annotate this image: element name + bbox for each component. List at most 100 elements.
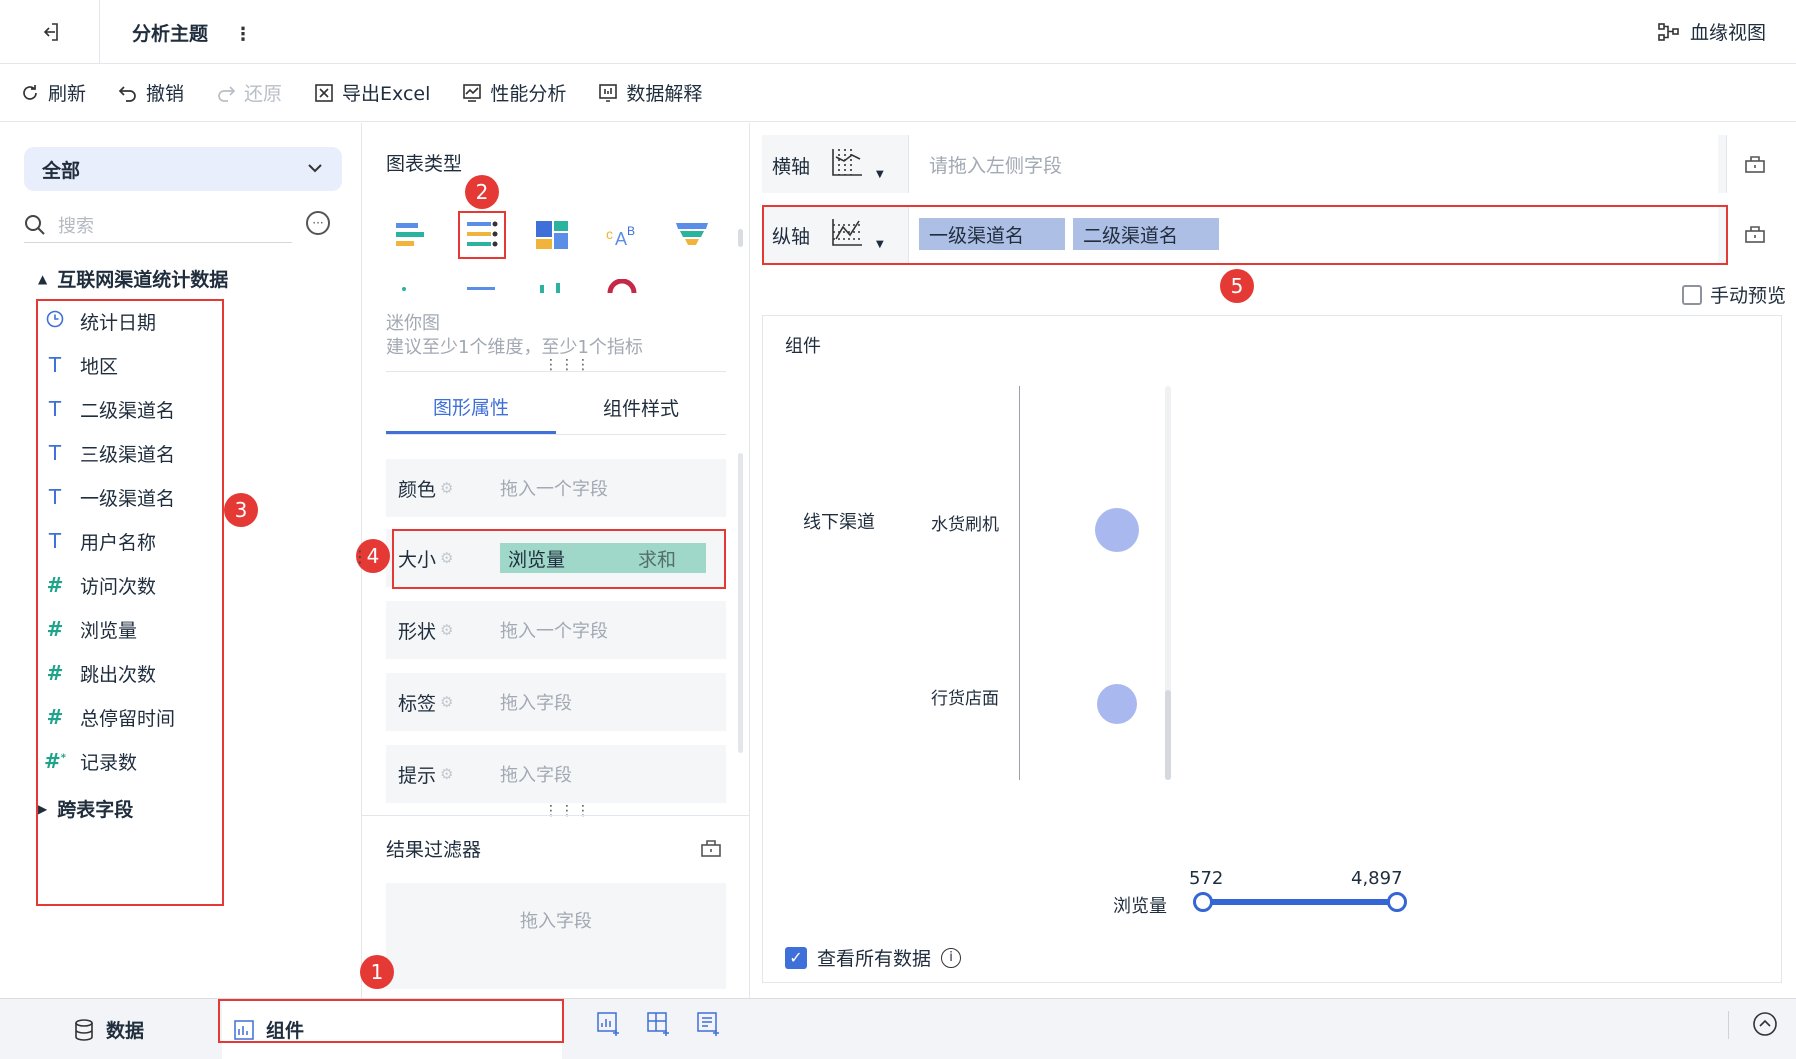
lineage-icon <box>1658 22 1679 41</box>
topic-title: 分析主题 <box>132 22 209 45</box>
redo-label: 还原 <box>244 83 283 105</box>
x-axis-icon[interactable] <box>830 147 864 177</box>
legend-min-handle[interactable] <box>1193 892 1213 912</box>
resize-handle-icon[interactable]: ⋮⋮⋮ <box>544 803 592 819</box>
explain-icon <box>599 83 618 102</box>
dataset-node[interactable]: ▲ 互联网渠道统计数据 <box>38 265 228 292</box>
props-scrollbar[interactable] <box>738 453 743 753</box>
add-dashboard-icon[interactable] <box>646 1011 672 1037</box>
partial-chart-icon[interactable] <box>604 279 640 293</box>
performance-icon <box>463 83 482 102</box>
property-tabs: 图形属性 组件样式 <box>386 381 726 435</box>
prop-tooltip[interactable]: 提示 ⚙ 拖入字段 <box>386 745 726 803</box>
divider <box>362 815 750 816</box>
prop-color[interactable]: 颜色 ⚙ 拖入一个字段 <box>386 459 726 517</box>
component-canvas: 组件 线下渠道 水货刷机 行货店面 浏览量 572 4,897 ✓ 查看所有数据… <box>762 315 1782 983</box>
top-bar: 分析主题 ⋮ 血缘视图 <box>0 0 1796 64</box>
bubble-point[interactable] <box>1097 684 1137 724</box>
prop-label: 颜色 <box>398 478 437 501</box>
word-cloud-chart-icon[interactable]: cAB <box>604 217 640 253</box>
toolbar: 刷新 撤销 还原 导出Excel 性能分析 数据解释 <box>0 64 1796 122</box>
drag-handle-icon[interactable]: ⋮ <box>352 547 368 566</box>
gear-icon[interactable]: ⚙ <box>440 621 453 639</box>
topic-tab[interactable]: 分析主题 ⋮ <box>100 0 280 64</box>
search-input[interactable]: 搜索 <box>24 207 292 243</box>
y-axis-lock-button[interactable] <box>1726 205 1782 263</box>
tab-data[interactable]: 数据 <box>74 999 144 1059</box>
chevron-down-icon <box>308 164 322 173</box>
partial-chart-icon[interactable] <box>394 279 430 293</box>
info-icon[interactable]: i <box>941 947 962 968</box>
step-badge-1: 1 <box>360 955 394 989</box>
lock-icon[interactable] <box>700 837 722 859</box>
treemap-chart-icon[interactable] <box>534 217 570 253</box>
divider <box>386 371 726 372</box>
prop-shape[interactable]: 形状 ⚙ 拖入一个字段 <box>386 601 726 659</box>
prop-label: 形状 <box>398 620 437 643</box>
canvas-panel: 横轴 ▼ 请拖入左侧字段 纵轴 ▼ 一级渠道名 二级渠道名 5 手动预览 组件 … <box>750 123 1796 998</box>
component-title: 组件 <box>785 336 821 357</box>
drop-placeholder: 拖入字段 <box>500 693 572 714</box>
data-tab-label: 数据 <box>106 1020 145 1042</box>
ranked-bar-chart-icon[interactable] <box>394 217 430 253</box>
redo-icon <box>218 85 236 102</box>
svg-text:B: B <box>627 224 635 238</box>
manual-preview-checkbox[interactable] <box>1681 284 1702 305</box>
data-explain-button[interactable]: 数据解释 <box>598 79 702 106</box>
scope-dropdown[interactable]: 全部 <box>24 147 342 191</box>
export-excel-button[interactable]: 导出Excel <box>314 79 430 106</box>
gear-icon[interactable]: ⚙ <box>440 765 453 783</box>
highlight-box-fields <box>36 299 224 906</box>
undo-button[interactable]: 撤销 <box>118 79 184 106</box>
chart-scrollbar-thumb[interactable] <box>1165 690 1171 780</box>
chart-config-panel: 图表类型 cAB 2 迷你图 建议至少1个维度，至少1个指标 ⋮⋮⋮ 图形属性 … <box>352 123 750 998</box>
more-options-icon[interactable]: ··· <box>306 211 330 235</box>
tab-component-style[interactable]: 组件样式 <box>556 381 726 434</box>
step-badge-2: 2 <box>465 175 499 209</box>
refresh-button[interactable]: 刷新 <box>20 79 86 106</box>
prop-label-field[interactable]: 标签 ⚙ 拖入字段 <box>386 673 726 731</box>
highlight-box-size <box>392 529 726 589</box>
more-menu-icon[interactable]: ⋮ <box>234 24 252 45</box>
view-all-checkbox[interactable]: ✓ <box>785 946 807 969</box>
view-all-data-toggle[interactable]: ✓ 查看所有数据 i <box>785 944 962 971</box>
performance-button[interactable]: 性能分析 <box>462 79 566 106</box>
legend-max-handle[interactable] <box>1387 892 1407 912</box>
highlight-box-chart-type <box>458 211 506 259</box>
view-all-label: 查看所有数据 <box>817 948 932 970</box>
refresh-label: 刷新 <box>48 83 87 105</box>
bubble-point[interactable] <box>1095 508 1139 552</box>
level2-label: 水货刷机 <box>931 515 999 535</box>
exit-button[interactable] <box>0 0 100 64</box>
level2-label: 行货店面 <box>931 689 999 709</box>
tab-graph-properties[interactable]: 图形属性 <box>386 381 556 434</box>
caret-down-icon[interactable]: ▼ <box>876 169 884 180</box>
redo-button[interactable]: 还原 <box>216 79 282 106</box>
gear-icon[interactable]: ⚙ <box>440 479 453 497</box>
gear-icon[interactable]: ⚙ <box>440 693 453 711</box>
collapse-up-icon[interactable] <box>1752 1011 1778 1037</box>
x-axis-drop-zone[interactable]: 请拖入左侧字段 <box>908 135 1718 193</box>
collapse-triangle-icon[interactable]: ▲ <box>38 272 47 286</box>
undo-label: 撤销 <box>146 83 185 105</box>
search-icon <box>25 214 45 235</box>
lineage-view-button[interactable]: 血缘视图 <box>1658 18 1766 45</box>
chart-axis-line <box>1019 386 1020 780</box>
add-report-icon[interactable] <box>696 1011 722 1037</box>
partial-chart-icon[interactable] <box>534 279 570 293</box>
x-axis-lock-button[interactable] <box>1726 135 1782 193</box>
funnel-chart-icon[interactable] <box>674 217 710 253</box>
legend-field-label: 浏览量 <box>1113 896 1167 917</box>
manual-preview-toggle[interactable]: 手动预览 <box>1681 281 1786 308</box>
chart-type-scrollbar[interactable] <box>738 229 743 247</box>
partial-chart-icon[interactable] <box>464 279 500 293</box>
chart-hint-text: 建议至少1个维度，至少1个指标 <box>386 337 643 358</box>
svg-text:c: c <box>606 226 613 242</box>
drop-placeholder: 拖入一个字段 <box>500 479 608 500</box>
scope-value: 全部 <box>42 159 81 182</box>
lineage-label: 血缘视图 <box>1689 22 1766 44</box>
add-component-icon[interactable] <box>596 1011 622 1037</box>
size-legend-track[interactable] <box>1203 899 1397 905</box>
filter-drop-zone[interactable]: 拖入字段 <box>386 883 726 989</box>
x-axis-label: 横轴 <box>772 156 811 178</box>
